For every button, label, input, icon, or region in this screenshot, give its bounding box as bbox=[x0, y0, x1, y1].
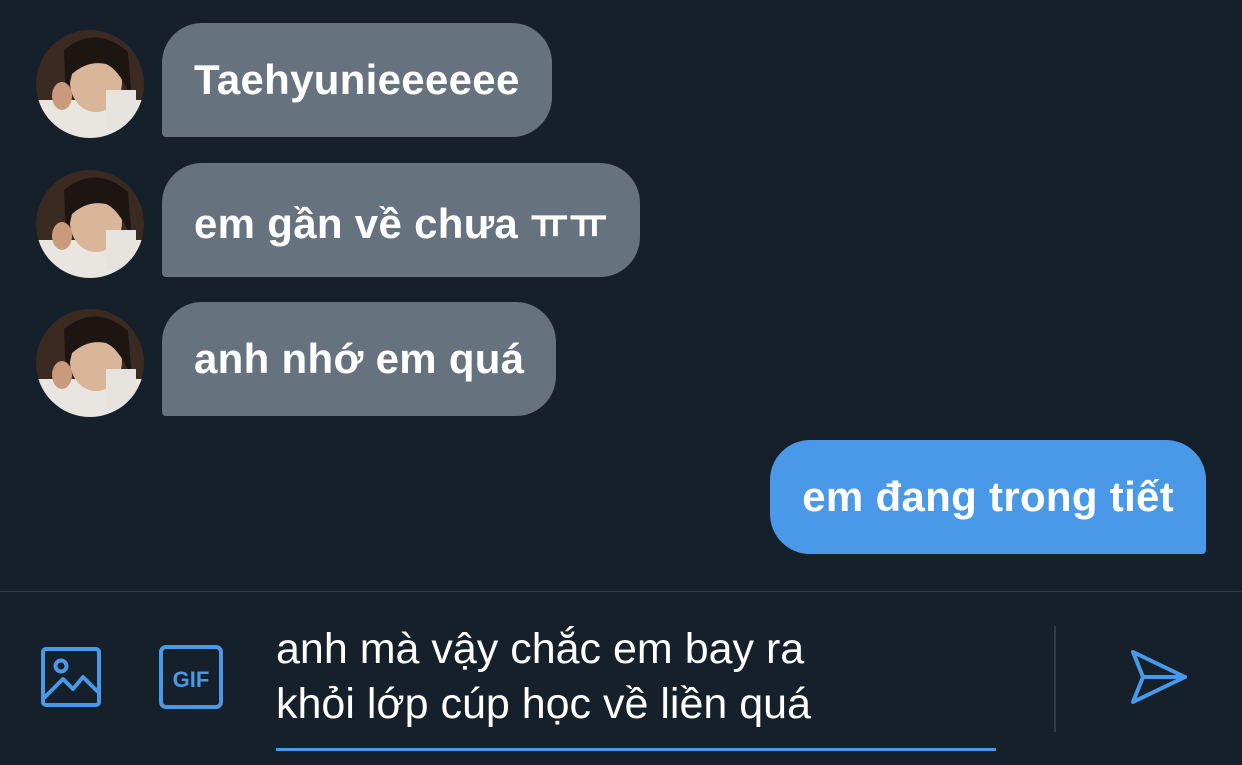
incoming-message-bubble[interactable]: Taehyunieeeeee bbox=[162, 23, 552, 137]
avatar[interactable] bbox=[36, 30, 144, 138]
message-text: Taehyunieeeeee bbox=[194, 56, 520, 103]
incoming-message-bubble[interactable]: anh nhớ em quá bbox=[162, 302, 557, 416]
compose-input-underline bbox=[276, 748, 996, 751]
avatar[interactable] bbox=[36, 309, 144, 417]
gif-icon[interactable]: GIF bbox=[158, 644, 224, 710]
avatar[interactable] bbox=[36, 170, 144, 278]
gif-label: GIF bbox=[173, 667, 210, 692]
message-list: Taehyunieeeeee em gần về chưa ㅠㅠ anh nhớ… bbox=[0, 0, 1242, 590]
send-icon[interactable] bbox=[1126, 644, 1190, 710]
composer-separator bbox=[1054, 626, 1056, 732]
message-text: anh nhớ em quá bbox=[194, 335, 525, 382]
message-composer: GIF anh mà vậy chắc em bay ra khỏi lớp c… bbox=[0, 592, 1242, 765]
message-text: em đang trong tiết bbox=[802, 473, 1174, 520]
incoming-message-bubble[interactable]: em gần về chưa ㅠㅠ bbox=[162, 163, 640, 277]
compose-input[interactable]: anh mà vậy chắc em bay ra khỏi lớp cúp h… bbox=[276, 622, 996, 732]
message-text: em gần về chưa ㅠㅠ bbox=[194, 199, 608, 247]
image-icon[interactable] bbox=[38, 644, 104, 710]
outgoing-message-bubble[interactable]: em đang trong tiết bbox=[770, 440, 1206, 554]
